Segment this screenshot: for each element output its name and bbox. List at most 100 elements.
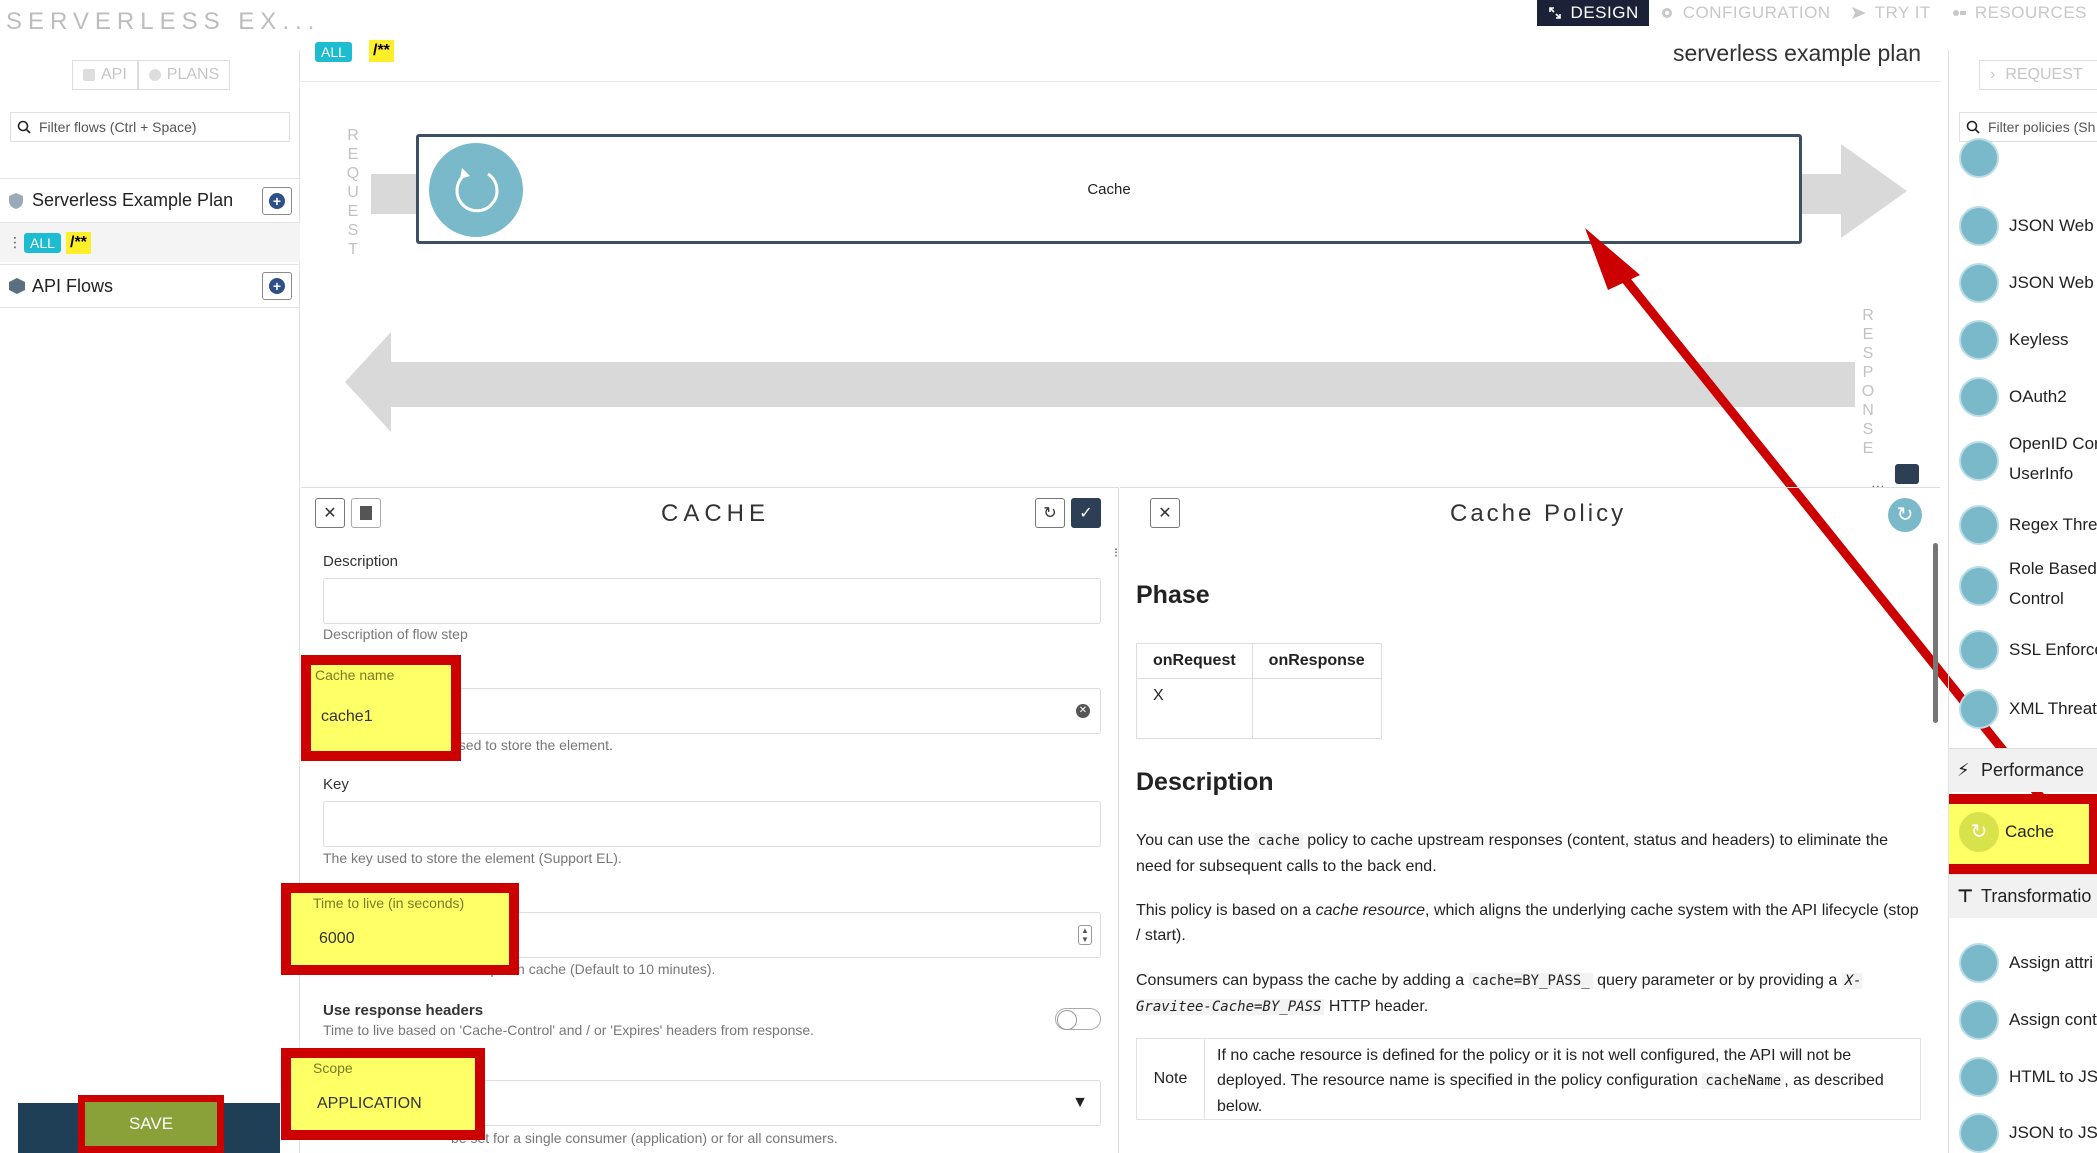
- note-label: Note: [1137, 1039, 1205, 1119]
- doc-text: Consumers can bypass the cache by adding…: [1136, 972, 1465, 989]
- oauth-icon: [1959, 377, 1999, 417]
- cache-name-value[interactable]: cache1: [321, 708, 373, 726]
- policy-item-xml-threat[interactable]: XML Threat: [1949, 686, 2097, 732]
- policy-doc-panel: ✕ Cache Policy ↻ Phase onRequest onRespo…: [1120, 487, 1940, 1153]
- policy-item-json-web-t[interactable]: JSON Web T: [1949, 260, 2097, 306]
- policy-item-html-to-json[interactable]: HTML to JS: [1949, 1054, 2097, 1100]
- transform-doc-icon: [1959, 1113, 1999, 1153]
- doc-paragraph-1: You can use the cache policy to cache up…: [1136, 828, 1926, 879]
- tab-try-it[interactable]: TRY IT: [1841, 0, 1941, 26]
- send-icon: [1851, 7, 1866, 19]
- plus-icon: +: [269, 192, 285, 209]
- tab-configuration[interactable]: CONFIGURATION: [1649, 0, 1841, 26]
- api-button[interactable]: API: [72, 60, 138, 90]
- note-text: If no cache resource is defined for the …: [1205, 1039, 1920, 1119]
- flow-method-badge: ALL: [24, 232, 61, 253]
- panel-splitter-icon[interactable]: ⁝: [1114, 545, 1118, 561]
- description-input[interactable]: [323, 578, 1101, 624]
- policy-item-role-based[interactable]: Role Based Control: [1949, 556, 2097, 616]
- phase-cell-onrequest: X: [1136, 678, 1253, 739]
- top-tabs: DESIGN CONFIGURATION TRY IT RESOURCES: [1536, 0, 2097, 26]
- api-plans-toggle: API PLANS: [72, 60, 231, 90]
- documentation-button[interactable]: [351, 498, 381, 528]
- flow-row[interactable]: ⋮⋮ ALL /**: [0, 222, 300, 262]
- policy-name: Regex Threa: [2009, 515, 2097, 534]
- clear-icon[interactable]: ✕: [1076, 704, 1090, 718]
- doc-paragraph-3: Consumers can bypass the cache by adding…: [1136, 968, 1926, 1020]
- policy-item[interactable]: [1949, 138, 2097, 200]
- scope-value[interactable]: APPLICATION: [317, 1095, 422, 1113]
- policy-name: Role Based: [2009, 559, 2097, 578]
- policy-name: HTML to JS: [2009, 1067, 2097, 1086]
- tab-resources[interactable]: RESOURCES: [1941, 0, 2097, 26]
- org-chart-icon: [1959, 566, 1999, 606]
- stepper-icon[interactable]: ▲ ▼: [1078, 925, 1092, 945]
- shield-icon: [1959, 505, 1999, 545]
- cache-name-label: Cache name: [315, 667, 395, 683]
- cache-name-highlight: Cache name cache1: [301, 655, 461, 761]
- use-response-headers-toggle[interactable]: [1055, 1008, 1101, 1030]
- policy-item-keyless[interactable]: Keyless: [1949, 317, 2097, 363]
- tab-try-it-label: TRY IT: [1874, 3, 1931, 22]
- tab-design[interactable]: DESIGN: [1536, 0, 1649, 26]
- filter-flows-input[interactable]: Filter flows (Ctrl + Space): [10, 112, 290, 142]
- doc-text: This policy is based on a: [1136, 902, 1312, 919]
- fingerprint-lock-icon: [1959, 320, 1999, 360]
- policy-item-oauth2[interactable]: OAuth2: [1949, 374, 2097, 420]
- certificate-icon: [1959, 630, 1999, 670]
- policy-item-ssl-enforce[interactable]: SSL Enforce: [1949, 627, 2097, 673]
- refresh-icon: ↻: [1043, 505, 1057, 522]
- close-doc-button[interactable]: ✕: [1150, 498, 1180, 528]
- key-search-icon: [1959, 263, 1999, 303]
- policy-item-assign-attributes[interactable]: Assign attri: [1949, 940, 2097, 986]
- resources-icon: [1952, 10, 1966, 16]
- apply-button[interactable]: ✓: [1071, 498, 1101, 528]
- doc-title: Cache Policy: [1450, 500, 1627, 527]
- policy-item-openid[interactable]: OpenID Cor UserInfo: [1949, 431, 2097, 491]
- add-api-flow-button[interactable]: +: [262, 272, 292, 300]
- plan-row[interactable]: Serverless Example Plan +: [0, 178, 300, 222]
- reset-button[interactable]: ↻: [1035, 498, 1065, 528]
- request-toggle-label: REQUEST: [2005, 66, 2083, 83]
- plan-name: Serverless Example Plan: [32, 190, 234, 210]
- policy-item-json-web-s[interactable]: JSON Web S: [1949, 203, 2097, 249]
- doc-paragraph-2: This policy is based on a cache resource…: [1136, 898, 1926, 948]
- add-plan-flow-button[interactable]: +: [262, 186, 292, 215]
- close-button[interactable]: ✕: [315, 498, 345, 528]
- category-performance[interactable]: ⚡ Performance: [1949, 748, 2097, 792]
- flows-sidebar: API PLANS Filter flows (Ctrl + Space) Se…: [0, 50, 300, 1153]
- cache-form-panel: ✕ CACHE ↻ ✓ Description Description of f…: [281, 487, 1119, 1153]
- flow-path: /**: [66, 231, 91, 254]
- lightning-icon: ⚡: [1957, 760, 1970, 780]
- api-flows-row[interactable]: API Flows +: [0, 264, 300, 308]
- scope-label: Scope: [313, 1060, 353, 1076]
- tab-configuration-label: CONFIGURATION: [1682, 3, 1831, 22]
- save-button[interactable]: SAVE: [78, 1095, 224, 1153]
- transform-doc-icon: [1959, 1057, 1999, 1097]
- search-icon: [1966, 120, 1980, 134]
- request-label: REQUEST: [346, 127, 360, 258]
- use-response-headers-label: Use response headers: [323, 1002, 484, 1019]
- key-help: The key used to store the element (Suppo…: [323, 850, 622, 866]
- phase-table: onRequest onResponse X: [1136, 643, 1382, 739]
- cache-policy-icon: ↻: [1888, 498, 1922, 532]
- plans-button[interactable]: PLANS: [137, 60, 231, 90]
- ttl-value[interactable]: 6000: [319, 930, 355, 948]
- policy-name: XML Threat: [2009, 699, 2097, 718]
- description-label: Description: [323, 553, 399, 570]
- plus-icon: +: [269, 278, 285, 294]
- category-transformation[interactable]: ⊤ Transformatio: [1949, 874, 2097, 918]
- cache-policy-item[interactable]: ↻ Cache: [1949, 794, 2097, 874]
- policy-item-json-to-json[interactable]: JSON to JSC: [1949, 1110, 2097, 1153]
- doc-scrollbar[interactable]: [1933, 543, 1938, 723]
- policy-item-regex-threat[interactable]: Regex Threa: [1949, 502, 2097, 548]
- ttl-label: Time to live (in seconds): [313, 895, 465, 911]
- ttl-highlight: Time to live (in seconds) 6000: [281, 883, 519, 975]
- policy-item-assign-content[interactable]: Assign cont: [1949, 997, 2097, 1043]
- doc-text: You can use the: [1136, 832, 1251, 849]
- cache-name-help: used to store the element.: [451, 737, 613, 753]
- policies-sidebar: › REQUEST Filter policies (Sh JSON Web S…: [1948, 50, 2097, 1153]
- request-toggle-button[interactable]: › REQUEST: [1979, 60, 2097, 90]
- shield-icon: [1959, 689, 1999, 729]
- key-input[interactable]: [323, 801, 1101, 847]
